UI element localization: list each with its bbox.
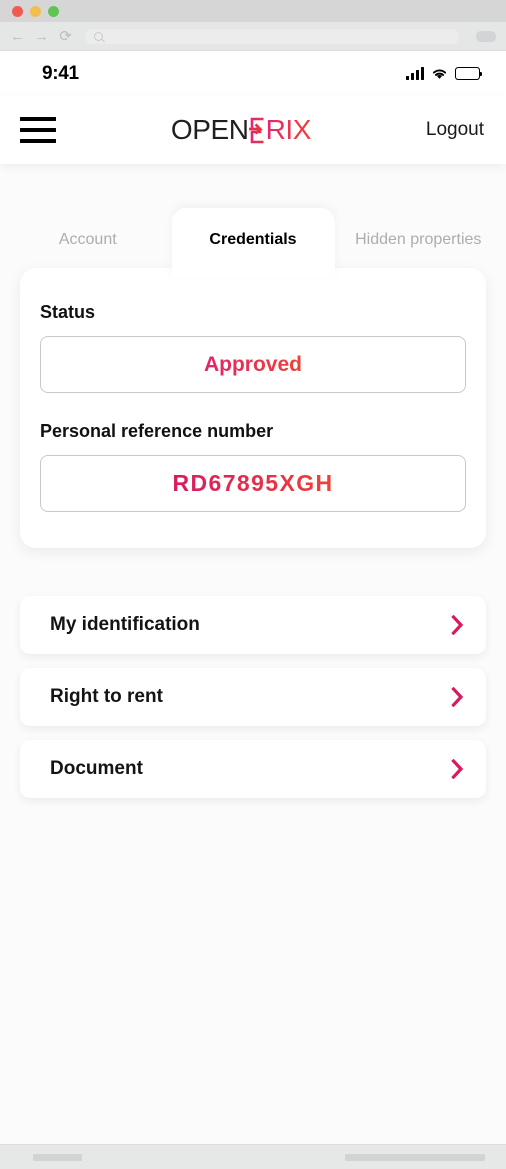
logout-button[interactable]: Logout bbox=[426, 119, 484, 141]
status-bar-placeholder-right bbox=[345, 1153, 485, 1161]
phone-status-bar: 9:41 bbox=[0, 51, 506, 96]
list-item-label: Right to rent bbox=[50, 686, 163, 707]
chevron-right-icon bbox=[451, 687, 464, 707]
back-icon[interactable]: ← bbox=[10, 29, 25, 44]
credentials-card: Status Approved Personal reference numbe… bbox=[20, 268, 486, 548]
wifi-icon bbox=[432, 69, 447, 79]
browser-titlebar bbox=[0, 0, 506, 22]
openbrix-logo: OPEN RIX bbox=[170, 114, 312, 146]
logo-text-rix: RIX bbox=[265, 114, 312, 145]
reload-icon[interactable]: ⟳ bbox=[58, 29, 73, 44]
status-time: 9:41 bbox=[42, 62, 79, 84]
browser-toolbar: ← → ⟳ bbox=[0, 22, 506, 51]
list-item-document[interactable]: Document bbox=[20, 740, 486, 798]
tab-hidden-properties[interactable]: Hidden properties bbox=[335, 230, 503, 268]
app-root: ← → ⟳ 9:41 OPEN RIX Logout Account Crede… bbox=[0, 0, 506, 1169]
search-icon bbox=[94, 31, 103, 41]
chevron-right-icon bbox=[451, 759, 464, 779]
status-field: Approved bbox=[40, 336, 466, 393]
browser-status-bar bbox=[0, 1144, 506, 1169]
logo-text-open: OPEN bbox=[170, 114, 249, 145]
reference-field: RD67895XGH bbox=[40, 455, 466, 512]
app-header: OPEN RIX Logout bbox=[0, 96, 506, 164]
status-label: Status bbox=[40, 302, 96, 322]
hamburger-menu-icon[interactable] bbox=[20, 117, 56, 143]
window-close-button[interactable] bbox=[12, 5, 23, 17]
forward-icon[interactable]: → bbox=[34, 29, 49, 44]
list-item-my-identification[interactable]: My identification bbox=[20, 596, 486, 654]
reference-value: RD67895XGH bbox=[172, 470, 334, 496]
browser-profile-button[interactable] bbox=[476, 30, 496, 42]
navigation-list: My identification Right to rent Document bbox=[20, 596, 486, 798]
cellular-signal-icon bbox=[405, 67, 424, 80]
list-item-label: Document bbox=[50, 758, 143, 779]
address-bar[interactable] bbox=[85, 28, 459, 44]
status-icons-group bbox=[405, 67, 483, 80]
chevron-right-icon bbox=[451, 615, 464, 635]
window-maximize-button[interactable] bbox=[48, 5, 59, 17]
list-item-right-to-rent[interactable]: Right to rent bbox=[20, 668, 486, 726]
status-bar-placeholder-left bbox=[33, 1153, 82, 1161]
tab-account[interactable]: Account bbox=[4, 230, 172, 268]
battery-full-icon bbox=[455, 67, 483, 80]
logo-b-mark-icon bbox=[248, 117, 266, 144]
reference-label: Personal reference number bbox=[40, 421, 274, 441]
tab-credentials[interactable]: Credentials bbox=[171, 207, 335, 278]
tab-bar: Account Credentials Hidden properties bbox=[0, 186, 506, 278]
status-badge: Approved bbox=[203, 352, 302, 376]
list-item-label: My identification bbox=[50, 614, 200, 635]
window-minimize-button[interactable] bbox=[30, 5, 41, 17]
